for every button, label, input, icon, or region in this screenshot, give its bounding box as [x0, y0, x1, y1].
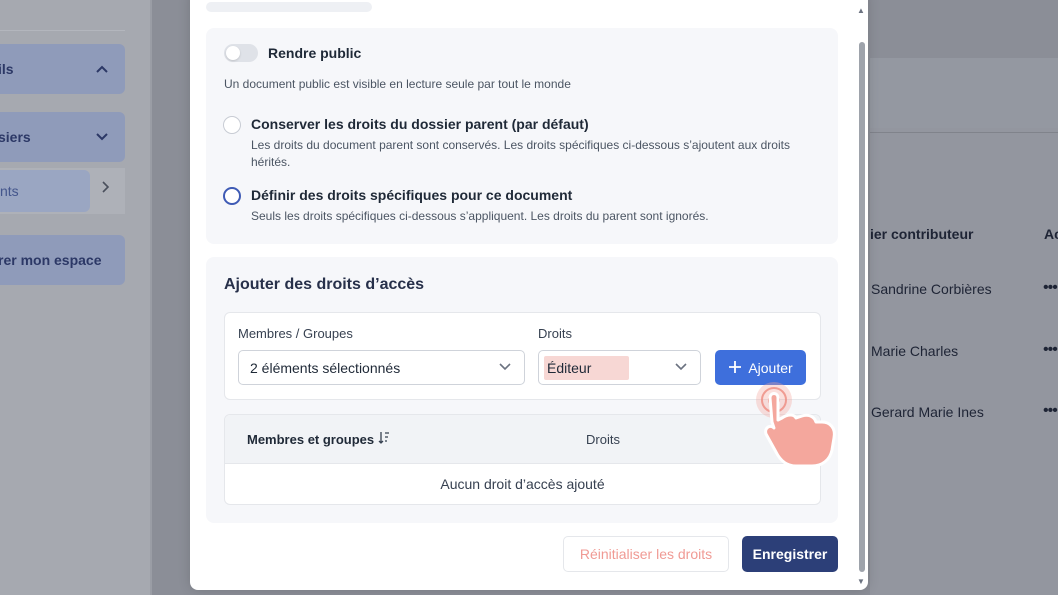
background-table — [870, 128, 1058, 595]
bg-row-2-name: Marie Charles — [871, 343, 959, 359]
option-inherit-description: Les droits du document parent sont conse… — [251, 138, 790, 169]
members-select[interactable]: 2 éléments sélectionnés — [238, 350, 525, 385]
main-band — [870, 58, 1058, 128]
option-inherit-title[interactable]: Conserver les droits du dossier parent (… — [251, 116, 589, 132]
more-icon[interactable]: ••• — [1043, 279, 1058, 297]
bg-row-1-name: Sandrine Corbières — [871, 281, 992, 297]
more-icon[interactable]: ••• — [1043, 341, 1058, 359]
chevron-up-icon — [95, 61, 109, 77]
bg-col-contributor: ier contributeur — [870, 226, 974, 242]
scrollbar-thumb[interactable] — [859, 42, 865, 572]
sidebar-subitem[interactable]: nts — [0, 170, 90, 212]
sidebar-subitem-label: nts — [0, 183, 19, 199]
sidebar-item-1-label: ils — [0, 61, 14, 77]
save-button[interactable]: Enregistrer — [742, 536, 838, 572]
option-specific-description: Seuls les droits spécifiques ci-dessous … — [251, 209, 709, 223]
public-toggle-label: Rendre public — [268, 45, 362, 61]
rights-table-header: Membres et groupes Droits — [225, 415, 820, 464]
more-icon[interactable]: ••• — [1043, 402, 1058, 420]
add-button-label: Ajouter — [748, 359, 793, 376]
sidebar-item-3[interactable]: rer mon espace — [0, 235, 125, 285]
bg-row-3-name: Gerard Marie Ines — [871, 404, 984, 420]
empty-state: Aucun droit d’accès ajouté — [440, 476, 605, 492]
rights-select-value: Éditeur — [544, 355, 630, 380]
public-toggle[interactable] — [224, 44, 258, 62]
rights-label: Droits — [538, 326, 572, 341]
rights-select[interactable]: Éditeur — [538, 350, 701, 385]
chevron-down-icon — [498, 359, 512, 376]
sidebar-divider — [0, 30, 125, 31]
chevron-down-icon — [674, 359, 688, 376]
modal-top-field — [206, 2, 372, 12]
scroll-up-icon[interactable]: ▲ — [857, 6, 865, 15]
sidebar-item-1[interactable]: ils — [0, 44, 125, 94]
scroll-down-icon[interactable]: ▼ — [857, 577, 865, 586]
sort-icon[interactable] — [378, 431, 390, 448]
pointer-hand-icon — [748, 380, 844, 470]
access-rights-title: Ajouter des droits d’accès — [224, 276, 425, 293]
background-table-line — [870, 132, 1058, 133]
members-select-value: 2 éléments sélectionnés — [250, 359, 401, 376]
chevron-down-icon — [95, 129, 109, 145]
reset-rights-button[interactable]: Réinitialiser les droits — [563, 536, 729, 572]
public-description: Un document public est visible en lectur… — [224, 77, 571, 91]
col-rights: Droits — [586, 432, 620, 447]
plus-icon — [728, 359, 742, 377]
radio-inherit-rights[interactable] — [223, 116, 241, 134]
option-specific-title[interactable]: Définir des droits spécifiques pour ce d… — [251, 187, 572, 203]
chevron-right-icon[interactable] — [100, 180, 110, 199]
members-label: Membres / Groupes — [238, 326, 353, 341]
sidebar-item-3-label: rer mon espace — [0, 252, 102, 268]
bg-col-actions: Ac — [1044, 226, 1058, 242]
radio-specific-rights[interactable] — [223, 187, 241, 205]
rights-table: Membres et groupes Droits Aucun droit d’… — [224, 414, 821, 505]
sidebar-item-2-label: siers — [0, 129, 31, 145]
col-members-groups[interactable]: Membres et groupes — [247, 432, 374, 447]
sidebar-item-2[interactable]: siers — [0, 112, 125, 162]
